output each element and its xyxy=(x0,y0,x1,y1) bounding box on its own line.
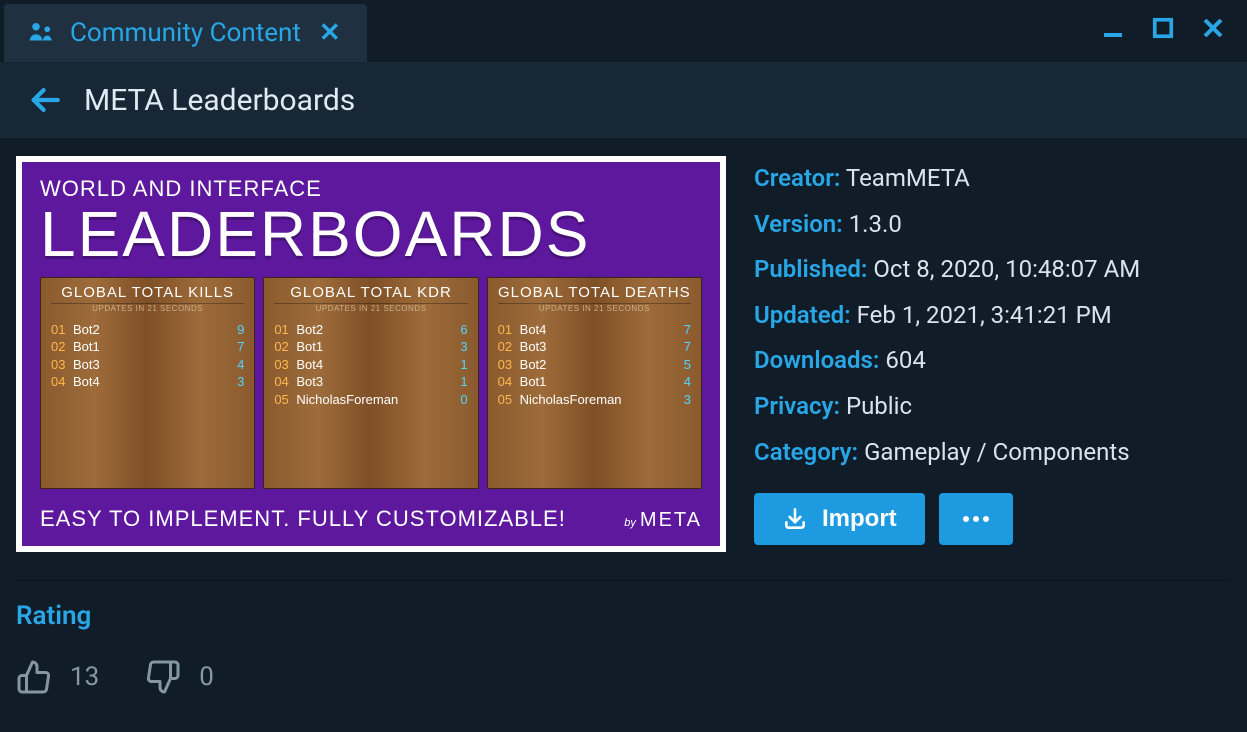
meta-version: Version: 1.3.0 xyxy=(754,202,1231,248)
rating-section: Rating 13 0 xyxy=(0,581,1247,695)
leaderboard-panel: GLOBAL TOTAL KILLSUPDATES IN 21 SECONDS 0… xyxy=(40,277,255,489)
board-row: 04Bot14 xyxy=(498,373,691,391)
tab-close-icon[interactable]: ✕ xyxy=(315,18,345,48)
thumbs-up-count: 13 xyxy=(70,662,99,692)
thumbs-down-button[interactable]: 0 xyxy=(145,659,214,695)
metadata-panel: Creator: TeamMETA Version: 1.3.0 Publish… xyxy=(754,156,1231,552)
import-label: Import xyxy=(822,505,897,533)
leaderboard-panel: GLOBAL TOTAL KDRUPDATES IN 21 SECONDS 01B… xyxy=(263,277,478,489)
community-icon xyxy=(26,18,56,48)
board-title: GLOBAL TOTAL DEATHS xyxy=(498,284,691,304)
meta-published: Published: Oct 8, 2020, 10:48:07 AM xyxy=(754,247,1231,293)
board-row: 02Bot17 xyxy=(51,338,244,356)
board-row: 04Bot43 xyxy=(51,373,244,391)
board-subtitle: UPDATES IN 21 SECONDS xyxy=(51,304,244,313)
tab-strip: Community Content ✕ xyxy=(0,0,367,62)
board-row: 02Bot13 xyxy=(274,338,467,356)
tab-community-content[interactable]: Community Content ✕ xyxy=(4,4,367,62)
header-row: META Leaderboards xyxy=(0,62,1247,138)
preview-image: WORLD AND INTERFACE LEADERBOARDS GLOBAL … xyxy=(16,156,726,552)
tab-label: Community Content xyxy=(70,18,301,48)
meta-privacy: Privacy: Public xyxy=(754,384,1231,430)
board-row: 03Bot25 xyxy=(498,356,691,374)
meta-category: Category: Gameplay / Components xyxy=(754,430,1231,476)
more-actions-button[interactable] xyxy=(939,493,1013,545)
thumbs-up-icon xyxy=(16,659,52,695)
board-row: 05NicholasForeman0 xyxy=(274,391,467,409)
preview-brand: byMETA xyxy=(624,509,702,532)
preview-title: LEADERBOARDS xyxy=(40,204,702,265)
board-title: GLOBAL TOTAL KDR xyxy=(274,284,467,304)
board-subtitle: UPDATES IN 21 SECONDS xyxy=(498,304,691,313)
window-controls xyxy=(1099,0,1247,42)
import-button[interactable]: Import xyxy=(754,493,925,545)
board-row: 02Bot37 xyxy=(498,338,691,356)
board-row: 03Bot41 xyxy=(274,356,467,374)
meta-creator: Creator: TeamMETA xyxy=(754,156,1231,202)
content-area: WORLD AND INTERFACE LEADERBOARDS GLOBAL … xyxy=(0,138,1247,570)
thumbs-down-icon xyxy=(145,659,181,695)
board-row: 04Bot31 xyxy=(274,373,467,391)
board-row: 01Bot29 xyxy=(51,321,244,339)
board-row: 03Bot34 xyxy=(51,356,244,374)
thumbs-down-count: 0 xyxy=(199,662,214,692)
board-subtitle: UPDATES IN 21 SECONDS xyxy=(274,304,467,313)
title-bar: Community Content ✕ xyxy=(0,0,1247,62)
import-icon xyxy=(782,506,808,532)
preview-boards: GLOBAL TOTAL KILLSUPDATES IN 21 SECONDS0… xyxy=(40,277,702,489)
thumbs-up-button[interactable]: 13 xyxy=(16,659,99,695)
rating-heading: Rating xyxy=(16,601,1231,631)
votes-row: 13 0 xyxy=(16,659,1231,695)
leaderboard-panel: GLOBAL TOTAL DEATHSUPDATES IN 21 SECONDS… xyxy=(487,277,702,489)
board-row: 01Bot26 xyxy=(274,321,467,339)
meta-downloads: Downloads: 604 xyxy=(754,338,1231,384)
window-close-icon[interactable] xyxy=(1199,14,1227,42)
board-row: 01Bot47 xyxy=(498,321,691,339)
back-arrow-icon[interactable] xyxy=(28,83,62,117)
page-title: META Leaderboards xyxy=(84,83,355,118)
ellipsis-icon xyxy=(961,515,991,523)
actions-row: Import xyxy=(754,493,1231,545)
board-title: GLOBAL TOTAL KILLS xyxy=(51,284,244,304)
meta-updated: Updated: Feb 1, 2021, 3:41:21 PM xyxy=(754,293,1231,339)
window-minimize-icon[interactable] xyxy=(1099,14,1127,42)
board-row: 05NicholasForeman3 xyxy=(498,391,691,409)
window-maximize-icon[interactable] xyxy=(1149,14,1177,42)
preview-tagline: EASY TO IMPLEMENT. FULLY CUSTOMIZABLE! xyxy=(40,506,566,532)
